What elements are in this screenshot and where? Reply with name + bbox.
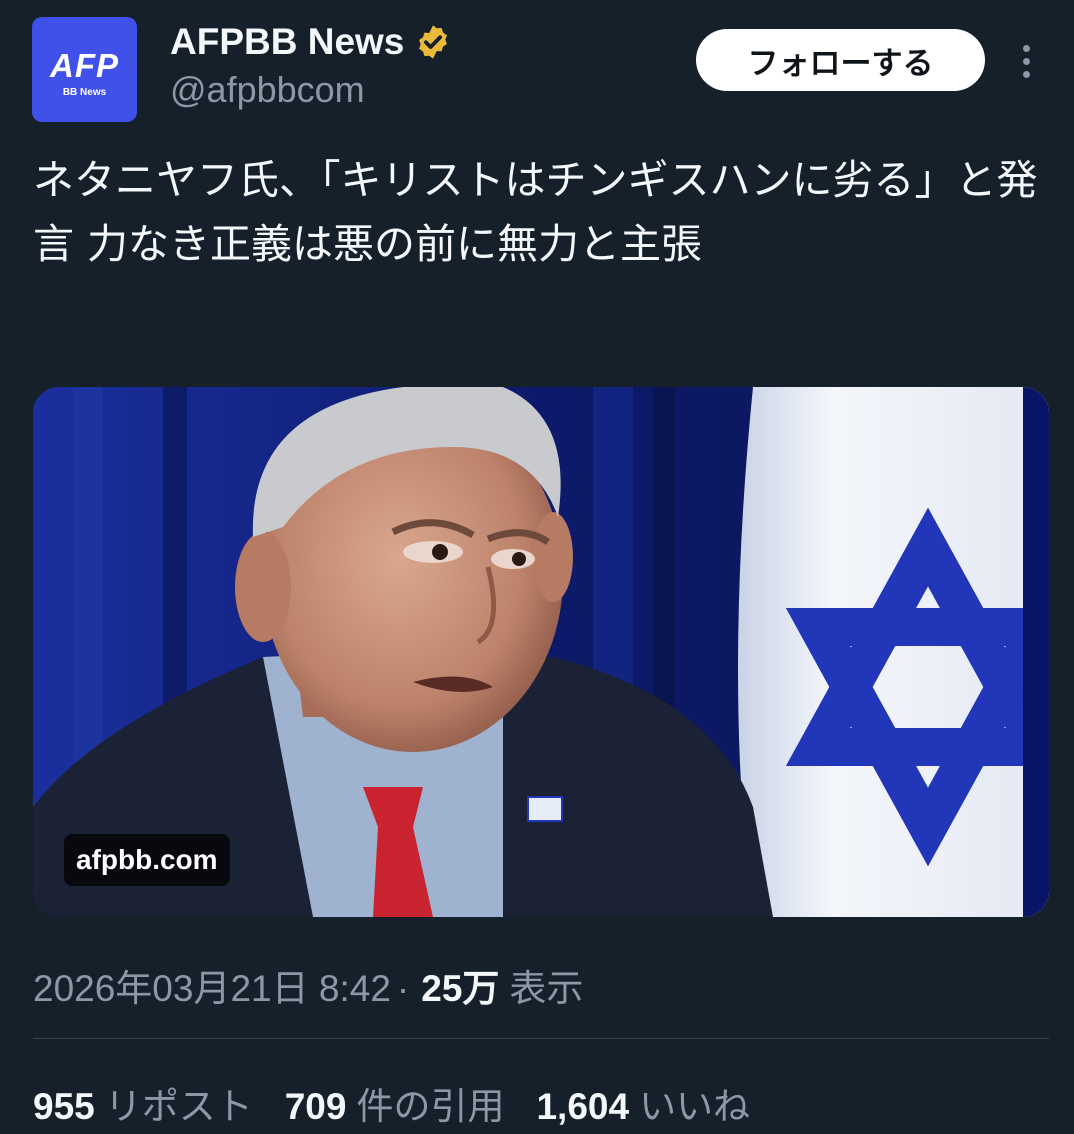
avatar[interactable]: AFP BB News bbox=[32, 17, 137, 122]
stat-label: 件の引用 bbox=[356, 1086, 505, 1127]
stat-label: リポスト bbox=[104, 1086, 253, 1127]
stat-likes[interactable]: 1,604 いいね bbox=[536, 1076, 750, 1130]
stat-count: 709 bbox=[284, 1086, 347, 1127]
tweet-media[interactable]: afpbb.com bbox=[33, 387, 1049, 917]
follow-button[interactable]: フォローする bbox=[696, 29, 985, 91]
stat-count: 1,604 bbox=[536, 1086, 630, 1127]
display-name[interactable]: AFPBB News bbox=[170, 21, 404, 63]
tweet-header: AFP BB News AFPBB News @afpbbcom フォローする bbox=[32, 17, 1042, 125]
media-domain-label[interactable]: afpbb.com bbox=[64, 834, 230, 886]
stat-label: いいね bbox=[639, 1086, 751, 1127]
meta-separator: · bbox=[396, 968, 410, 1009]
stat-reposts[interactable]: 955 リポスト bbox=[33, 1076, 253, 1130]
avatar-logo-text: AFP bbox=[50, 47, 119, 84]
stat-quotes[interactable]: 709 件の引用 bbox=[285, 1076, 505, 1130]
stat-count: 955 bbox=[33, 1086, 95, 1127]
name-row: AFPBB News bbox=[170, 21, 452, 63]
tweet-text: ネタニヤフ氏、「キリストはチンギスハンに劣る」と発言 力なき正義は悪の前に無力と… bbox=[33, 156, 1038, 268]
verified-badge-icon bbox=[419, 25, 448, 59]
tweet-meta: 2026年03月21日 8:42 · 25万 表示 bbox=[33, 958, 583, 1012]
timestamp[interactable]: 2026年03月21日 8:42 bbox=[33, 958, 391, 1012]
views-label: 表示 bbox=[509, 968, 584, 1009]
views-count: 25万 bbox=[421, 968, 500, 1009]
account-handle[interactable]: @afpbbcom bbox=[170, 69, 365, 111]
avatar-logo-subtext: BB News bbox=[62, 87, 107, 98]
more-vertical-icon[interactable] bbox=[1014, 41, 1038, 81]
divider bbox=[33, 1038, 1049, 1039]
engagement-stats: 955 リポスト 709 件の引用 1,604 いいね bbox=[33, 1076, 782, 1130]
